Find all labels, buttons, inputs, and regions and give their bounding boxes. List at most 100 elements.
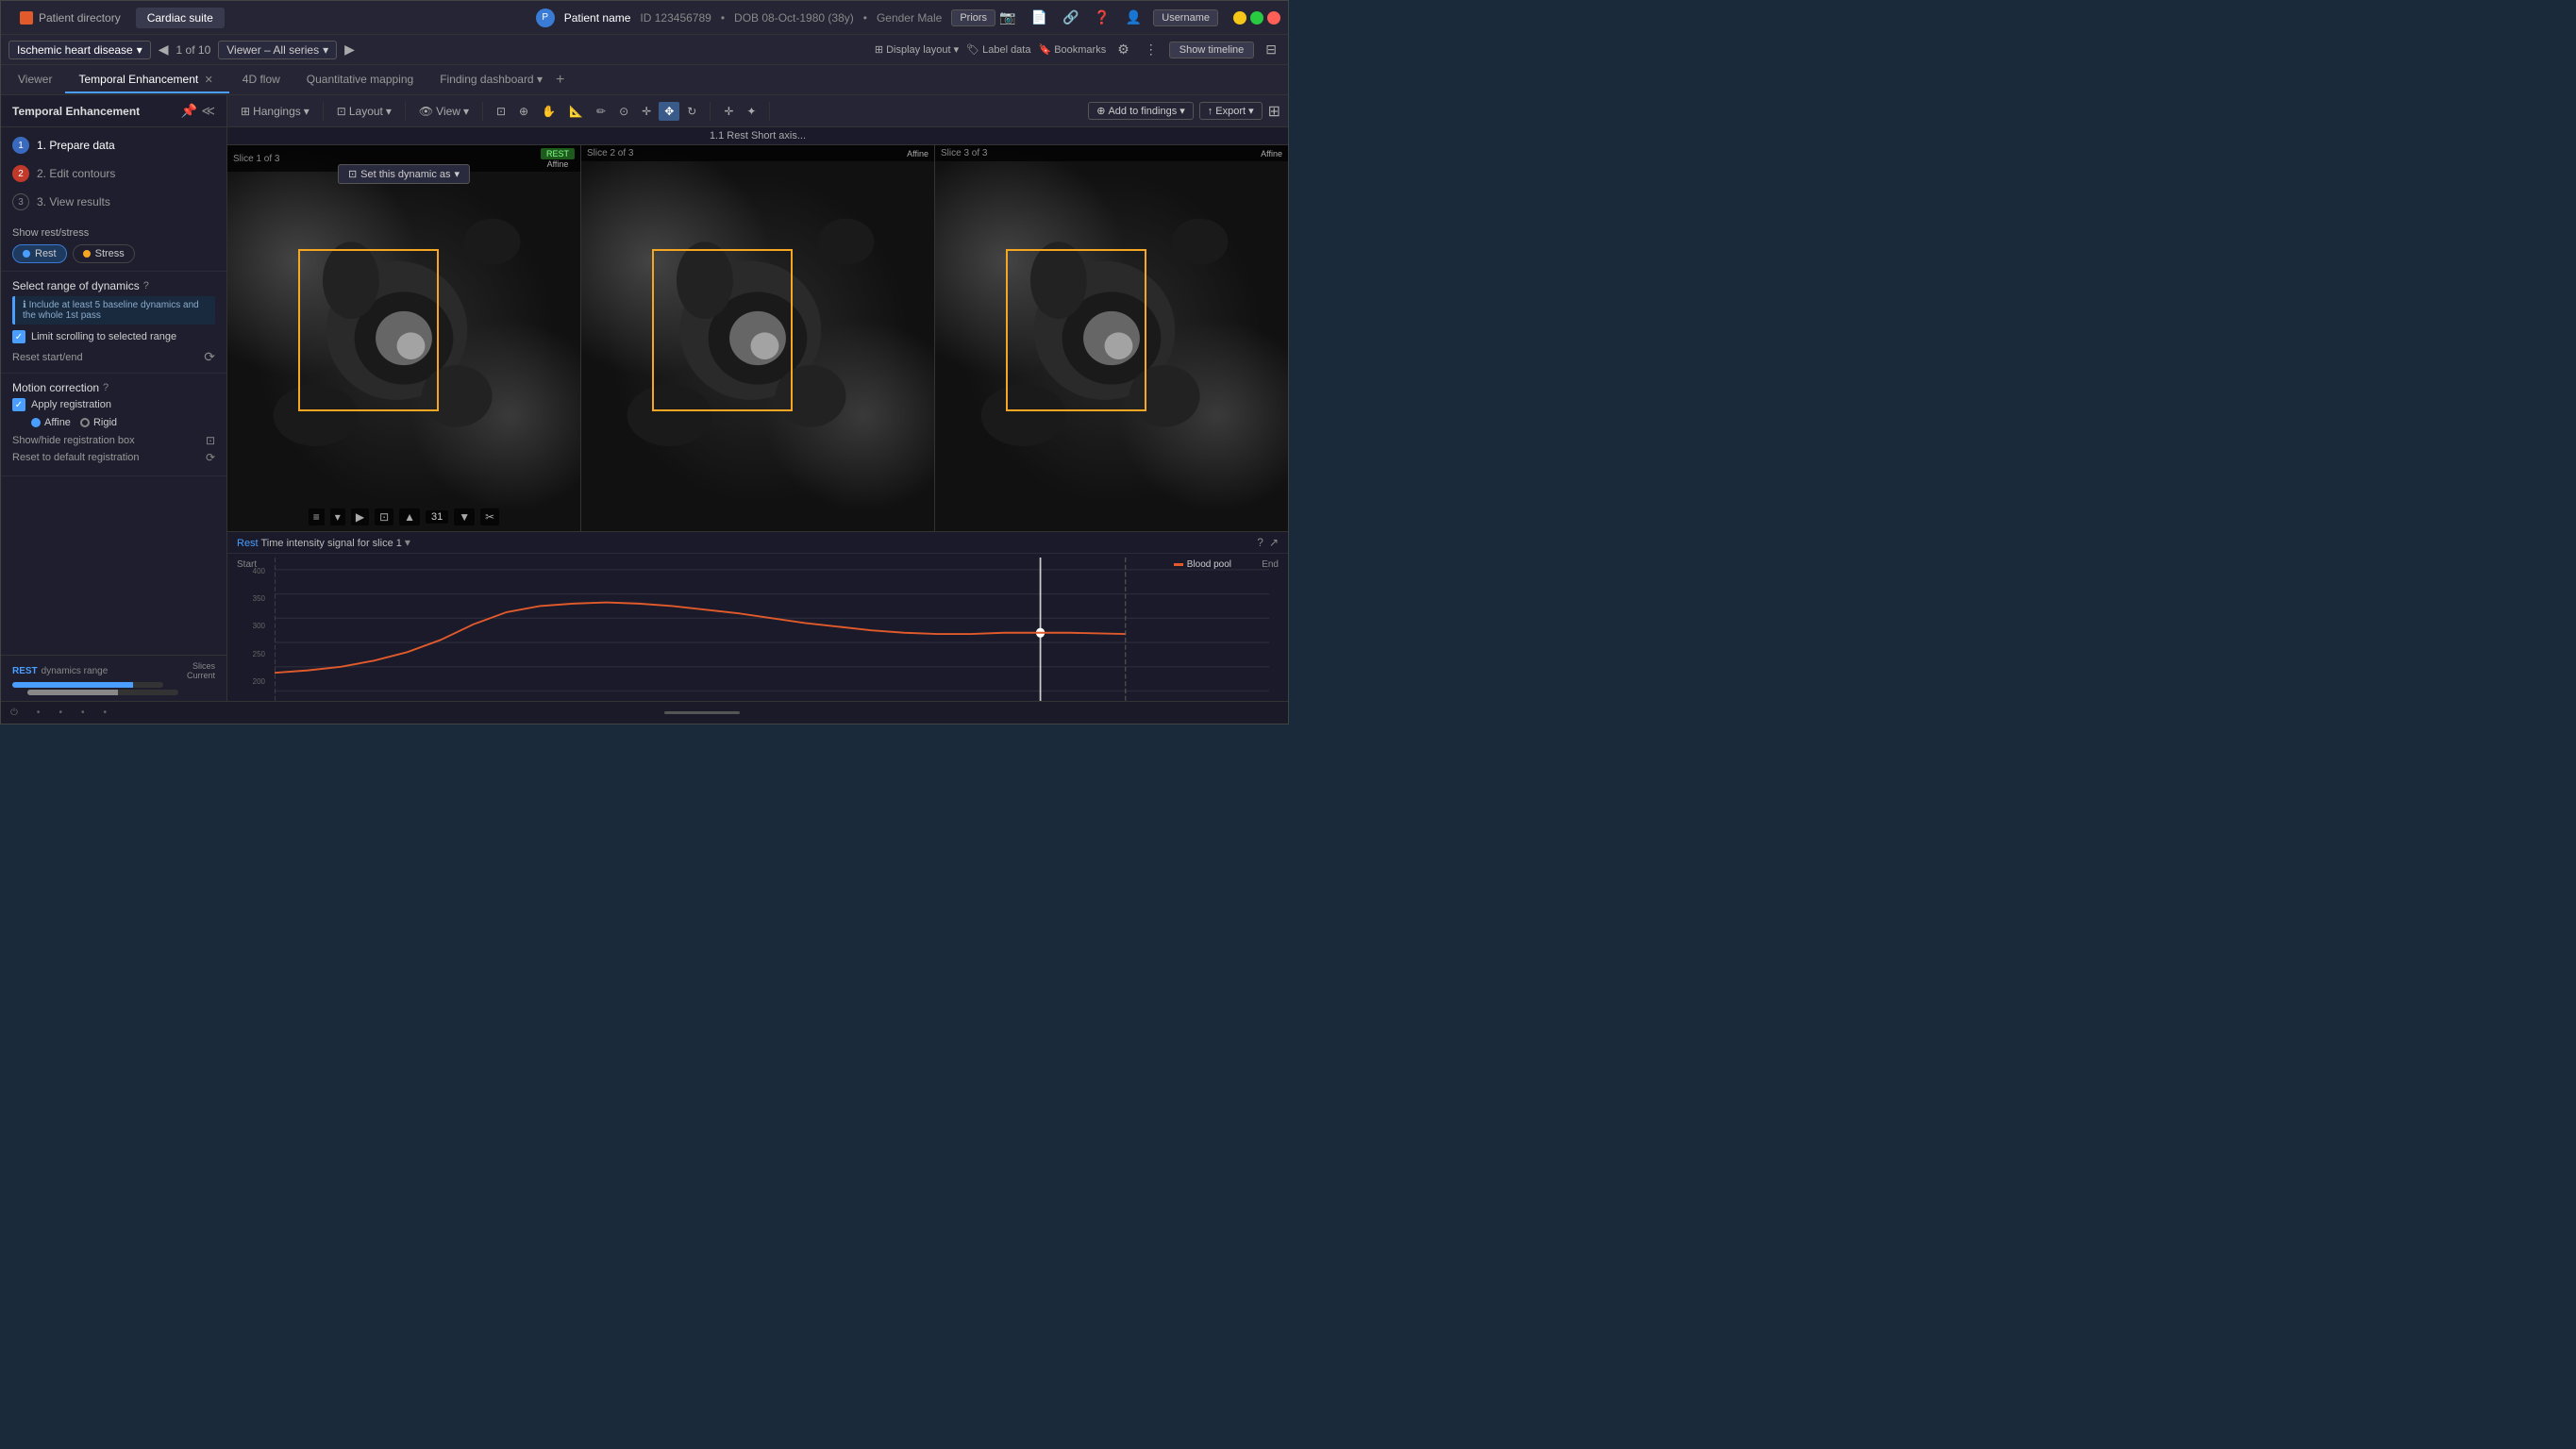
dynamics-range-label: dynamics range: [42, 666, 109, 676]
move-button[interactable]: ✥: [659, 102, 679, 121]
tools-group: ⊡ ⊕ ✋ 📐 ✏ ⊙ ✛ ✥ ↻: [491, 102, 711, 121]
mri-image-3[interactable]: [935, 145, 1288, 531]
mri-image-2[interactable]: [581, 145, 934, 531]
tab-4d-flow[interactable]: 4D flow: [229, 67, 293, 93]
limit-scroll-checkbox[interactable]: ✓ Limit scrolling to selected range: [12, 330, 215, 343]
camera-icon[interactable]: 📷: [995, 8, 1019, 27]
reset-start-end-label[interactable]: Reset start/end: [12, 352, 83, 363]
layout-group: ⊡ Layout ▾: [331, 102, 406, 121]
show-hide-registration-row[interactable]: Show/hide registration box ⊡: [12, 434, 215, 447]
user-icon[interactable]: 👤: [1122, 8, 1146, 27]
affine-badge-1: Affine: [547, 159, 569, 169]
rotate-button[interactable]: ↻: [681, 102, 702, 121]
patient-directory-tab[interactable]: Patient directory: [8, 8, 132, 28]
scissors-button-1[interactable]: ✂: [480, 508, 499, 525]
rigid-radio[interactable]: Rigid: [80, 417, 117, 428]
layers-button-1[interactable]: ≡: [309, 508, 325, 525]
tab-temporal-enhancement[interactable]: Temporal Enhancement ✕: [65, 67, 228, 93]
close-temporal-enhancement-tab[interactable]: ✕: [202, 74, 216, 86]
pin-panel-button[interactable]: 📌: [181, 103, 197, 119]
pan-button[interactable]: ✋: [536, 102, 561, 121]
viewer-images: Slice 1 of 3 REST Affine ⊡ Set this dyna…: [227, 145, 1288, 531]
label-icon: 🏷: [966, 43, 979, 56]
bookmarks-button[interactable]: 🔖 Bookmarks: [1038, 43, 1106, 56]
add-tab-button[interactable]: +: [556, 72, 564, 89]
share-icon[interactable]: 🔗: [1059, 8, 1082, 27]
right-content: ⊞ Hangings ▾ ⊡ Layout ▾ 👁 View: [227, 95, 1288, 701]
chevron-down-icon8: ▾: [1179, 105, 1185, 117]
hangings-button[interactable]: ⊞ Hangings ▾: [235, 102, 315, 121]
main-content: Temporal Enhancement 📌 ≪ 1 1. Prepare da…: [1, 95, 1288, 701]
prev-series-button[interactable]: ◀: [159, 42, 169, 58]
step-prepare-data[interactable]: 1 1. Prepare data: [1, 131, 226, 159]
affine-rigid-selector: Affine Rigid: [31, 417, 215, 428]
motion-help-icon[interactable]: ?: [103, 382, 109, 393]
next-series-button[interactable]: ▶: [344, 42, 355, 58]
step-icon-3: 3: [12, 193, 29, 210]
image-controls-1: ≡ ▾ ▶ ⊡ ▲ 31 ▼ ✂: [227, 508, 580, 525]
step-view-results[interactable]: 3 3. View results: [1, 188, 226, 216]
view-group: 👁 View ▾: [413, 102, 483, 121]
reset-default-row[interactable]: Reset to default registration ⟳: [12, 451, 215, 464]
viewer-area: Slice 1 of 3 REST Affine ⊡ Set this dyna…: [227, 145, 1288, 701]
roi-button[interactable]: ⊙: [613, 102, 634, 121]
username-button[interactable]: Username: [1153, 9, 1218, 26]
main-window: Patient directory Cardiac suite P Patien…: [0, 0, 1289, 724]
series-selector[interactable]: Viewer – All series ▾: [218, 41, 337, 59]
show-timeline-button[interactable]: Show timeline: [1169, 42, 1254, 58]
sequence-button-1[interactable]: ⊡: [375, 508, 393, 525]
rest-radio-button[interactable]: Rest: [12, 244, 67, 263]
more-options-icon[interactable]: ⋮: [1141, 40, 1162, 59]
annotate-button[interactable]: ✏: [591, 102, 611, 121]
affine-radio[interactable]: Affine: [31, 417, 71, 428]
sequence-up-button-1[interactable]: ▲: [399, 508, 420, 525]
maximize-button[interactable]: [1250, 11, 1263, 25]
affine-badge-2: Affine: [907, 149, 928, 158]
display-layout-button[interactable]: ⊞ Display layout ▾: [875, 43, 959, 56]
close-button[interactable]: [1267, 11, 1280, 25]
label-data-button[interactable]: 🏷 Label data: [966, 43, 1030, 56]
snap-button[interactable]: ✛: [718, 102, 739, 121]
priors-button[interactable]: Priors: [951, 9, 995, 26]
timeline-icon[interactable]: ⊟: [1262, 40, 1280, 59]
slices-track[interactable]: [12, 682, 163, 688]
add-to-findings-button[interactable]: ⊕ Add to findings ▾: [1088, 102, 1194, 120]
measure-button[interactable]: 📐: [563, 102, 589, 121]
stress-radio-button[interactable]: Stress: [73, 244, 135, 263]
grid-view-button[interactable]: ⊞: [1268, 102, 1280, 121]
sequence-down-button-1[interactable]: ▼: [454, 508, 475, 525]
help-icon[interactable]: ❓: [1090, 8, 1113, 27]
crosshair-button[interactable]: ✛: [636, 102, 657, 121]
zoom-button[interactable]: ⊕: [513, 102, 534, 121]
cardiac-suite-tab[interactable]: Cardiac suite: [136, 8, 225, 28]
set-dynamic-popup[interactable]: ⊡ Set this dynamic as ▾: [338, 164, 470, 184]
minimize-button[interactable]: [1233, 11, 1246, 25]
apply-registration-row[interactable]: ✓ Apply registration: [12, 398, 215, 411]
tab-quantitative-mapping[interactable]: Quantitative mapping: [293, 67, 427, 93]
play-button-1[interactable]: ▶: [351, 508, 369, 525]
document-icon[interactable]: 📄: [1028, 8, 1051, 27]
layout-button[interactable]: ⊡ Layout ▾: [331, 102, 397, 121]
title-bar: Patient directory Cardiac suite P Patien…: [1, 1, 1288, 35]
step-edit-contours[interactable]: 2 2. Edit contours: [1, 159, 226, 188]
condition-selector[interactable]: Ischemic heart disease ▾: [8, 41, 151, 59]
graph-export-button[interactable]: ↗: [1269, 536, 1279, 549]
collapse-panel-button[interactable]: ≪: [201, 103, 215, 119]
view-button[interactable]: 👁 View ▾: [413, 102, 475, 121]
graph-help-button[interactable]: ?: [1257, 536, 1263, 549]
graph-dropdown-button[interactable]: ▾: [405, 536, 410, 549]
reset-start-end-icon[interactable]: ⟳: [204, 349, 215, 365]
window-level-button[interactable]: ⊡: [491, 102, 511, 121]
legend-dot: [1174, 563, 1183, 566]
dynamics-track[interactable]: [27, 690, 178, 695]
export-button[interactable]: ↑ Export ▾: [1199, 102, 1263, 120]
extra-tools-button[interactable]: ✦: [741, 102, 761, 121]
mri-image-1[interactable]: [227, 145, 580, 531]
settings-icon[interactable]: ⚙: [1113, 40, 1133, 59]
range-help-icon[interactable]: ?: [143, 280, 149, 291]
image-slice-1: Slice 1 of 3 REST Affine ⊡ Set this dyna…: [227, 145, 581, 531]
layers-down-button-1[interactable]: ▾: [330, 508, 345, 525]
tab-viewer[interactable]: Viewer: [5, 67, 65, 93]
layout-icon2: ⊡: [337, 105, 346, 118]
tab-finding-dashboard[interactable]: Finding dashboard ▾: [427, 67, 556, 93]
